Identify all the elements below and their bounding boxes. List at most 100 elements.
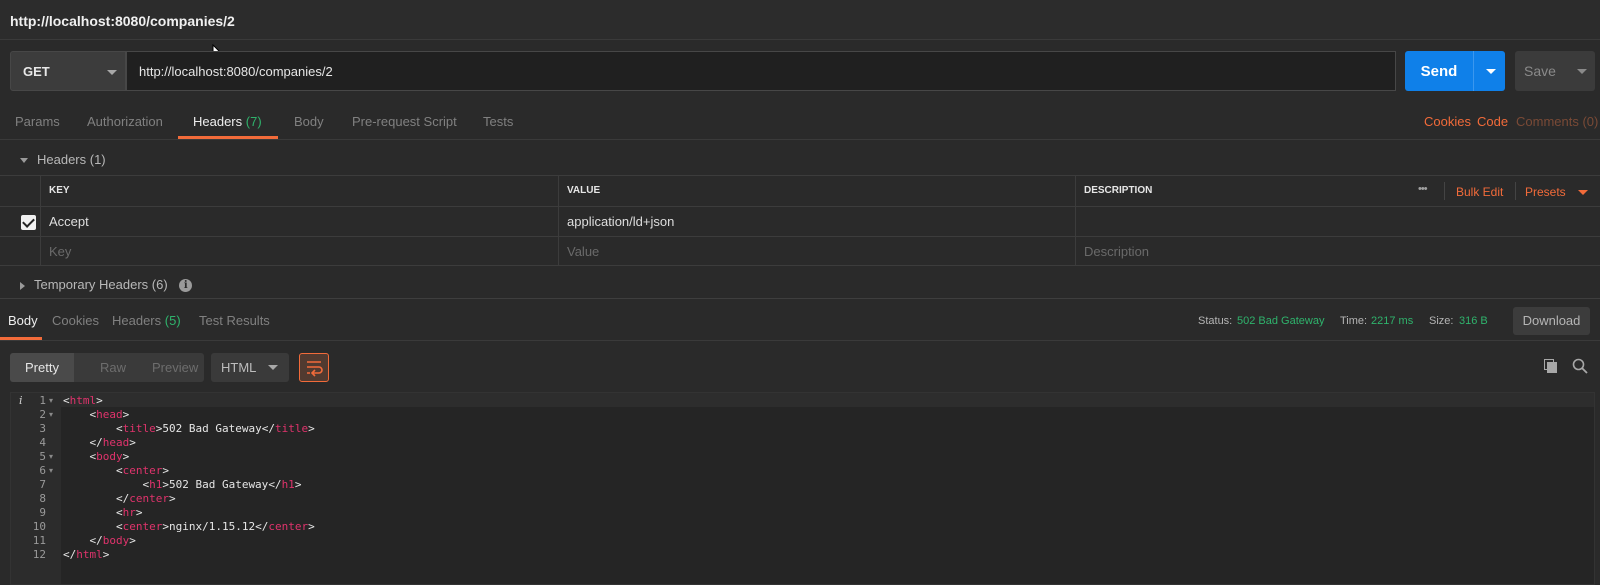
server-text: nginx/1.15.12	[168, 520, 256, 533]
presets-label: Presets	[1525, 185, 1566, 199]
wrap-lines-button[interactable]	[299, 353, 329, 382]
copy-icon[interactable]	[1544, 359, 1558, 374]
save-button[interactable]: Save	[1515, 51, 1595, 91]
format-label: HTML	[221, 360, 257, 375]
size-label: Size:	[1429, 315, 1454, 327]
tab-response-headers[interactable]: Headers (5)	[112, 313, 181, 328]
line-number: 5	[39, 450, 46, 463]
line-number: 12	[32, 548, 46, 561]
request-tabs: Params Authorization Headers (7) Body Pr…	[0, 100, 1600, 140]
window-title: http://localhost:8080/companies/2	[10, 13, 235, 29]
column-key: KEY	[40, 176, 558, 206]
tab-headers[interactable]: Headers (7)	[193, 114, 262, 129]
code-line: </body>	[63, 534, 136, 547]
tab-tests[interactable]: Tests	[483, 114, 513, 129]
table-row: Accept application/ld+json	[0, 206, 1600, 236]
save-label: Save	[1524, 63, 1556, 79]
tab-response-body[interactable]: Body	[8, 313, 38, 328]
info-icon[interactable]: i	[179, 279, 193, 293]
line-number: 1	[39, 394, 46, 407]
chevron-down-icon	[107, 70, 117, 75]
save-options-chevron-icon[interactable]	[1577, 69, 1587, 74]
bulk-edit-link[interactable]: Bulk Edit	[1456, 185, 1503, 199]
column-value: VALUE	[558, 176, 1075, 206]
code-line: <head>	[63, 408, 130, 421]
tab-headers-label: Headers	[193, 114, 243, 129]
send-button[interactable]: Send	[1405, 51, 1505, 91]
url-input[interactable]	[126, 51, 1396, 91]
view-mode-group: Pretty Raw Preview	[10, 353, 204, 382]
h1-text: 502 Bad Gateway	[168, 478, 269, 491]
header-description-cell[interactable]	[1075, 207, 1600, 236]
checkbox-icon[interactable]	[21, 215, 36, 230]
wrap-lines-icon	[307, 361, 323, 377]
table-header-row: KEY VALUE DESCRIPTION ••• Bulk Edit Pres…	[0, 175, 1600, 206]
divider	[1444, 182, 1445, 200]
comments-link[interactable]: Comments (0)	[1516, 114, 1598, 129]
send-divider	[1473, 51, 1474, 91]
code-line: <hr>	[63, 506, 143, 519]
tab-response-headers-count: (5)	[164, 313, 181, 328]
line-number: 2	[39, 408, 46, 421]
search-icon[interactable]	[1572, 358, 1588, 374]
line-number: 8	[39, 492, 46, 505]
headers-table: KEY VALUE DESCRIPTION ••• Bulk Edit Pres…	[0, 175, 1600, 267]
temporary-headers-toggle[interactable]: Temporary Headers (6) i	[20, 277, 193, 293]
more-options-icon[interactable]: •••	[1418, 183, 1428, 195]
send-label: Send	[1420, 63, 1458, 80]
format-select[interactable]: HTML	[211, 353, 289, 382]
cookies-link[interactable]: Cookies	[1424, 114, 1471, 129]
code-line: <body>	[63, 450, 130, 463]
tab-response-cookies[interactable]: Cookies	[52, 313, 99, 328]
temporary-headers-count: (6)	[151, 277, 168, 292]
line-number: 7	[39, 478, 46, 491]
table-row-new: Key Value Description	[0, 236, 1600, 266]
current-line-highlight	[61, 393, 1594, 407]
method-select[interactable]: GET	[10, 51, 126, 91]
method-label: GET	[23, 64, 50, 79]
tab-response-headers-label: Headers	[112, 313, 162, 328]
chevron-down-icon	[1578, 190, 1588, 195]
active-tab-indicator	[178, 136, 278, 139]
tab-pre-request-script[interactable]: Pre-request Script	[352, 114, 457, 129]
active-tab-indicator	[0, 337, 42, 340]
fold-toggle-icon[interactable]: ▾	[49, 452, 53, 461]
send-options-chevron-icon[interactable]	[1486, 69, 1496, 74]
key-placeholder[interactable]: Key	[40, 237, 558, 265]
tab-test-results[interactable]: Test Results	[199, 313, 270, 328]
download-button[interactable]: Download	[1513, 307, 1590, 335]
presets-dropdown[interactable]: Presets	[1525, 185, 1588, 199]
line-number: 4	[39, 436, 46, 449]
line-number: 10	[32, 520, 46, 533]
pretty-button[interactable]: Pretty	[25, 360, 59, 375]
headers-section-toggle[interactable]: Headers (1)	[20, 152, 106, 167]
description-placeholder[interactable]: Description	[1075, 237, 1600, 265]
line-number: 9	[39, 506, 46, 519]
size-value: 316 B	[1459, 315, 1488, 327]
value-placeholder[interactable]: Value	[558, 237, 1075, 265]
tab-body[interactable]: Body	[294, 114, 324, 129]
response-body-editor[interactable]: i 1 ▾ 2 ▾ 3 4 5 ▾ 6 ▾ 7 8 9 10 11 12 <html> <head> <tit…	[10, 392, 1595, 585]
raw-button[interactable]: Raw	[100, 360, 126, 375]
code-line: <center>	[63, 464, 169, 477]
collapse-icon	[20, 281, 25, 290]
status-label: Status:	[1198, 315, 1233, 327]
column-description: DESCRIPTION	[1075, 176, 1600, 206]
line-number: 3	[39, 422, 46, 435]
fold-toggle-icon[interactable]: ▾	[49, 396, 53, 405]
chevron-down-icon	[268, 365, 278, 370]
fold-toggle-icon[interactable]: ▾	[49, 466, 53, 475]
tab-params[interactable]: Params	[15, 114, 60, 129]
code-link[interactable]: Code	[1477, 114, 1508, 129]
code-line: </html>	[63, 548, 110, 561]
divider	[1515, 182, 1516, 200]
preview-button[interactable]: Preview	[152, 360, 198, 375]
line-number: 11	[32, 534, 46, 547]
header-key-cell[interactable]: Accept	[40, 207, 558, 236]
code-line: <h1>502 Bad Gateway</h1>	[63, 478, 302, 491]
expand-icon	[20, 158, 28, 164]
code-line: </center>	[63, 492, 176, 505]
fold-toggle-icon[interactable]: ▾	[49, 410, 53, 419]
header-value-cell[interactable]: application/ld+json	[558, 207, 1075, 236]
tab-authorization[interactable]: Authorization	[87, 114, 163, 129]
